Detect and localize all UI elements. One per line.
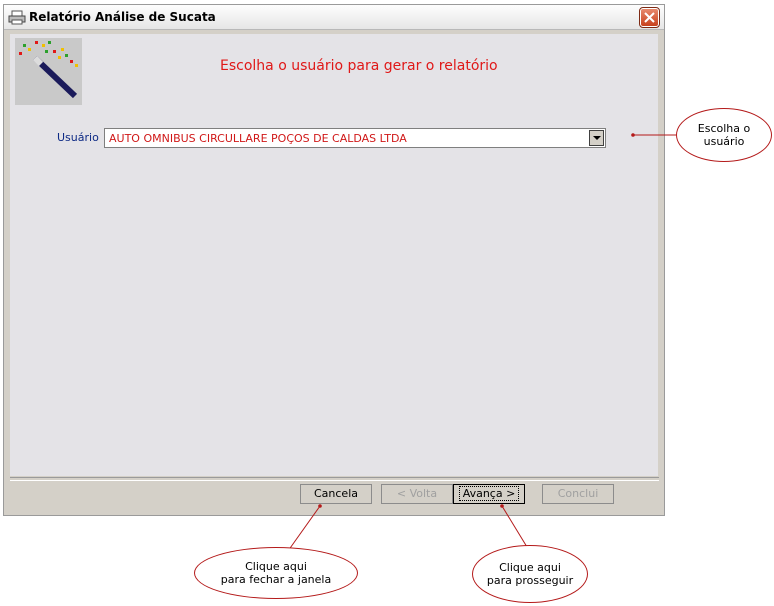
callout-next-line1: Clique aqui: [499, 561, 561, 574]
callout-next-line2: para prosseguir: [486, 574, 574, 587]
callout-close-line1: Clique aqui: [245, 560, 307, 573]
callout-choose-user-line1: Escolha o: [697, 122, 751, 135]
annotation-arrows: [287, 133, 676, 552]
callout-close-line2: para fechar a janela: [220, 573, 332, 586]
callout-close-window: Clique aqui para fechar a janela: [194, 547, 358, 599]
callout-choose-user-line2: usuário: [703, 135, 745, 148]
callout-choose-user: Escolha o usuário: [676, 108, 772, 162]
callout-next: Clique aqui para prosseguir: [472, 545, 588, 603]
